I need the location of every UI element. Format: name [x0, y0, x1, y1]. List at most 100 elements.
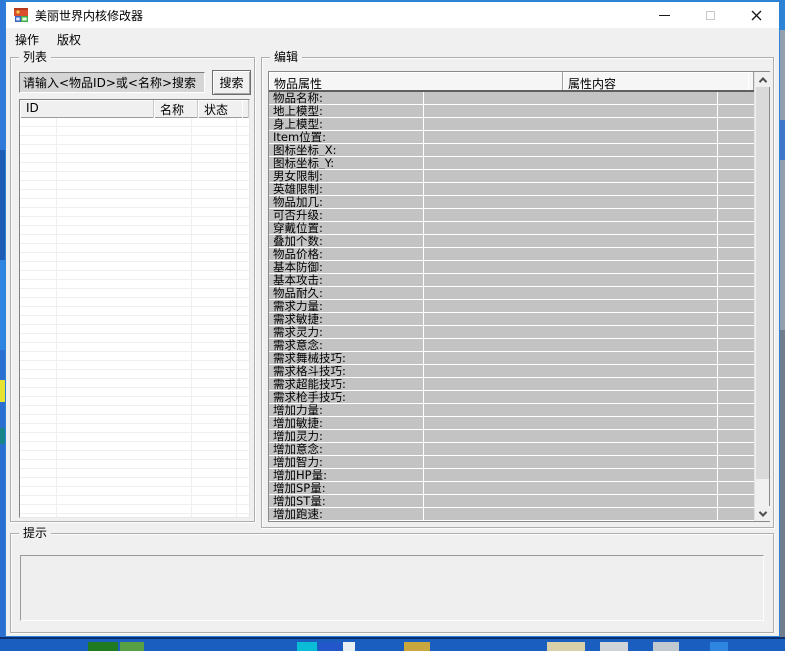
property-value-cell[interactable] — [424, 170, 718, 182]
property-row[interactable]: 增加意念: — [269, 443, 754, 455]
list-column-header[interactable]: 名称 — [154, 100, 198, 118]
scrollbar-thumb[interactable] — [756, 87, 769, 479]
desktop-icon-fragment — [120, 642, 144, 651]
list-column-header[interactable]: 状态 — [198, 100, 242, 118]
property-row[interactable]: 需求枪手技巧: — [269, 391, 754, 403]
property-value-cell[interactable] — [424, 196, 718, 208]
edit-group-label: 编辑 — [270, 50, 302, 64]
property-row[interactable]: 增加跑速: — [269, 508, 754, 520]
property-row[interactable]: 物品名称: — [269, 92, 754, 104]
property-row[interactable]: 增加智力: — [269, 456, 754, 468]
property-name-cell: 增加跑速: — [269, 508, 424, 520]
property-row[interactable]: 需求意念: — [269, 339, 754, 351]
property-row[interactable]: 增加SP量: — [269, 482, 754, 494]
hint-group: 提示 — [10, 533, 774, 633]
property-value-cell[interactable] — [424, 248, 718, 260]
property-value-cell[interactable] — [424, 313, 718, 325]
property-value-cell[interactable] — [424, 443, 718, 455]
property-name-cell: 图标坐标_X: — [269, 144, 424, 156]
item-list-body[interactable] — [20, 118, 249, 517]
list-column-header[interactable]: ID — [20, 100, 154, 118]
scroll-down-button[interactable] — [755, 506, 770, 521]
item-list[interactable]: ID名称状态 — [19, 99, 250, 518]
property-value-cell[interactable] — [424, 495, 718, 507]
search-button[interactable]: 搜索 — [212, 70, 251, 95]
property-name-cell: 需求意念: — [269, 339, 424, 351]
property-value-cell[interactable] — [424, 391, 718, 403]
property-row[interactable]: 可否升级: — [269, 209, 754, 221]
property-row[interactable]: 男女限制: — [269, 170, 754, 182]
property-value-cell[interactable] — [424, 365, 718, 377]
property-value-cell[interactable] — [424, 261, 718, 273]
property-name-cell: 需求舞械技巧: — [269, 352, 424, 364]
property-name-cell: 基本攻击: — [269, 274, 424, 286]
property-column-header[interactable]: 物品属性 — [269, 72, 563, 90]
title-bar[interactable]: 美丽世界内核修改器 — [6, 2, 779, 28]
menu-item[interactable]: 操作 — [6, 28, 48, 51]
minimize-button[interactable] — [641, 2, 687, 28]
desktop-icon-fragment — [653, 642, 679, 651]
property-name-cell: 需求格斗技巧: — [269, 365, 424, 377]
property-row[interactable]: Item位置: — [269, 131, 754, 143]
property-value-cell[interactable] — [424, 417, 718, 429]
property-value-cell[interactable] — [424, 339, 718, 351]
property-table[interactable]: 物品属性属性内容 物品名称: 地上模型: — [268, 71, 770, 522]
property-row[interactable]: 需求力量: — [269, 300, 754, 312]
property-row[interactable]: 需求超能技巧: — [269, 378, 754, 390]
property-value-cell[interactable] — [424, 287, 718, 299]
property-value-cell[interactable] — [424, 105, 718, 117]
menu-item[interactable]: 版权 — [48, 28, 90, 51]
property-row[interactable]: 基本攻击: — [269, 274, 754, 286]
property-row[interactable]: 增加力量: — [269, 404, 754, 416]
property-row[interactable]: 需求舞械技巧: — [269, 352, 754, 364]
scroll-up-button[interactable] — [755, 72, 770, 87]
property-value-cell[interactable] — [424, 508, 718, 520]
property-value-cell[interactable] — [424, 430, 718, 442]
property-row[interactable]: 基本防御: — [269, 261, 754, 273]
property-row[interactable]: 叠加个数: — [269, 235, 754, 247]
property-value-cell[interactable] — [424, 456, 718, 468]
property-value-cell[interactable] — [424, 183, 718, 195]
close-button[interactable] — [733, 2, 779, 28]
property-row[interactable]: 穿戴位置: — [269, 222, 754, 234]
property-row[interactable]: 物品加几: — [269, 196, 754, 208]
property-value-cell[interactable] — [424, 482, 718, 494]
property-value-cell[interactable] — [424, 209, 718, 221]
property-value-cell[interactable] — [424, 404, 718, 416]
property-value-cell[interactable] — [424, 274, 718, 286]
property-row[interactable]: 需求敏捷: — [269, 313, 754, 325]
property-column-header[interactable]: 属性内容 — [563, 72, 748, 90]
property-row[interactable]: 增加敏捷: — [269, 417, 754, 429]
property-value-cell[interactable] — [424, 92, 718, 104]
property-row[interactable]: 地上模型: — [269, 105, 754, 117]
property-row[interactable]: 图标坐标_Y: — [269, 157, 754, 169]
property-value-cell[interactable] — [424, 352, 718, 364]
property-row[interactable]: 身上模型: — [269, 118, 754, 130]
property-value-cell[interactable] — [424, 300, 718, 312]
property-row[interactable]: 增加HP量: — [269, 469, 754, 481]
property-value-cell[interactable] — [424, 469, 718, 481]
property-extra-cell — [718, 339, 754, 351]
property-row[interactable]: 物品耐久: — [269, 287, 754, 299]
property-extra-cell — [718, 430, 754, 442]
property-row[interactable]: 物品价格: — [269, 248, 754, 260]
property-value-cell[interactable] — [424, 131, 718, 143]
property-row[interactable]: 图标坐标_X: — [269, 144, 754, 156]
property-row[interactable]: 增加灵力: — [269, 430, 754, 442]
search-input[interactable] — [19, 72, 205, 93]
property-value-cell[interactable] — [424, 235, 718, 247]
property-value-cell[interactable] — [424, 222, 718, 234]
property-value-cell[interactable] — [424, 144, 718, 156]
property-value-cell[interactable] — [424, 118, 718, 130]
property-row[interactable]: 需求灵力: — [269, 326, 754, 338]
property-name-cell: Item位置: — [269, 131, 424, 143]
vertical-scrollbar[interactable] — [754, 72, 769, 521]
list-column-header[interactable] — [242, 100, 249, 118]
property-row[interactable]: 英雄限制: — [269, 183, 754, 195]
property-name-cell: 增加力量: — [269, 404, 424, 416]
property-value-cell[interactable] — [424, 326, 718, 338]
property-row[interactable]: 需求格斗技巧: — [269, 365, 754, 377]
property-value-cell[interactable] — [424, 378, 718, 390]
property-row[interactable]: 增加ST量: — [269, 495, 754, 507]
property-value-cell[interactable] — [424, 157, 718, 169]
